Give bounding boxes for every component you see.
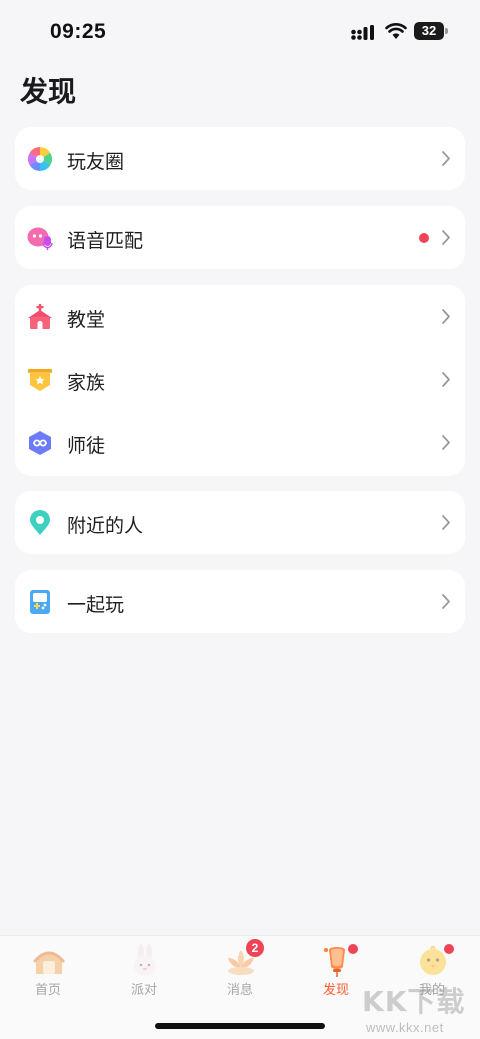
mentor-hexagon-icon <box>29 431 51 455</box>
battery-nub <box>445 28 448 34</box>
card-play-together: 一起玩 <box>15 570 465 633</box>
chevron-right-icon <box>442 515 450 530</box>
tab-party[interactable]: 派对 <box>96 936 192 1006</box>
tab-label: 消息 <box>226 982 253 997</box>
chevron-right-icon <box>442 372 450 387</box>
row-label: 教堂 <box>67 310 106 331</box>
tab-messages[interactable]: 2 消息 <box>192 936 288 1006</box>
wifi-icon <box>385 23 407 39</box>
row-moments[interactable]: 玩友圈 <box>15 127 465 190</box>
home-indicator[interactable] <box>155 1023 325 1029</box>
card-nearby: 附近的人 <box>15 491 465 554</box>
row-voice-match[interactable]: 语音匹配 <box>15 206 465 269</box>
unread-dot <box>444 944 454 954</box>
camera-aperture-icon <box>27 147 53 171</box>
row-family[interactable]: 家族 <box>15 348 465 411</box>
voice-match-icon <box>27 227 53 250</box>
status-bar: 09:25 32 <box>0 0 480 62</box>
row-label: 师徒 <box>67 436 106 457</box>
page-title: 发现 <box>20 76 77 107</box>
unread-dot <box>419 233 429 243</box>
family-shield-icon <box>28 369 52 391</box>
row-label: 附近的人 <box>67 516 144 537</box>
row-nearby[interactable]: 附近的人 <box>15 491 465 554</box>
party-rabbit-icon <box>134 944 156 976</box>
row-play-together[interactable]: 一起玩 <box>15 570 465 633</box>
card-moments: 玩友圈 <box>15 127 465 190</box>
chevron-right-icon <box>442 151 450 166</box>
row-label: 一起玩 <box>67 595 125 616</box>
card-voice-match: 语音匹配 <box>15 206 465 269</box>
card-social-groups: 教堂 家族 师徒 <box>15 285 465 476</box>
unread-dot <box>348 944 358 954</box>
location-pin-icon <box>30 510 50 535</box>
cellular-signal-icon <box>351 25 374 40</box>
tab-home[interactable]: 首页 <box>0 936 96 1006</box>
row-church[interactable]: 教堂 <box>15 285 465 348</box>
chevron-right-icon <box>442 230 450 245</box>
watermark-logo-text: KK下载 <box>362 985 466 1018</box>
unread-count-badge: 2 <box>246 939 264 957</box>
row-mentor[interactable]: 师徒 <box>15 411 465 474</box>
row-label: 玩友圈 <box>67 152 125 173</box>
status-time: 09:25 <box>50 20 107 43</box>
battery-level: 32 <box>421 23 437 38</box>
tab-label: 首页 <box>34 982 61 997</box>
watermark: KK下载 www.kkx.net <box>362 980 480 1039</box>
chevron-right-icon <box>442 435 450 450</box>
home-icon <box>33 951 65 974</box>
row-label: 语音匹配 <box>67 231 144 252</box>
row-label: 家族 <box>67 373 106 394</box>
church-icon <box>28 304 52 329</box>
tab-label: 派对 <box>130 982 157 997</box>
chevron-right-icon <box>442 309 450 324</box>
chevron-right-icon <box>442 594 450 609</box>
battery-indicator: 32 <box>414 22 448 40</box>
game-console-icon <box>30 590 50 614</box>
watermark-url: www.kkx.net <box>366 1020 444 1035</box>
